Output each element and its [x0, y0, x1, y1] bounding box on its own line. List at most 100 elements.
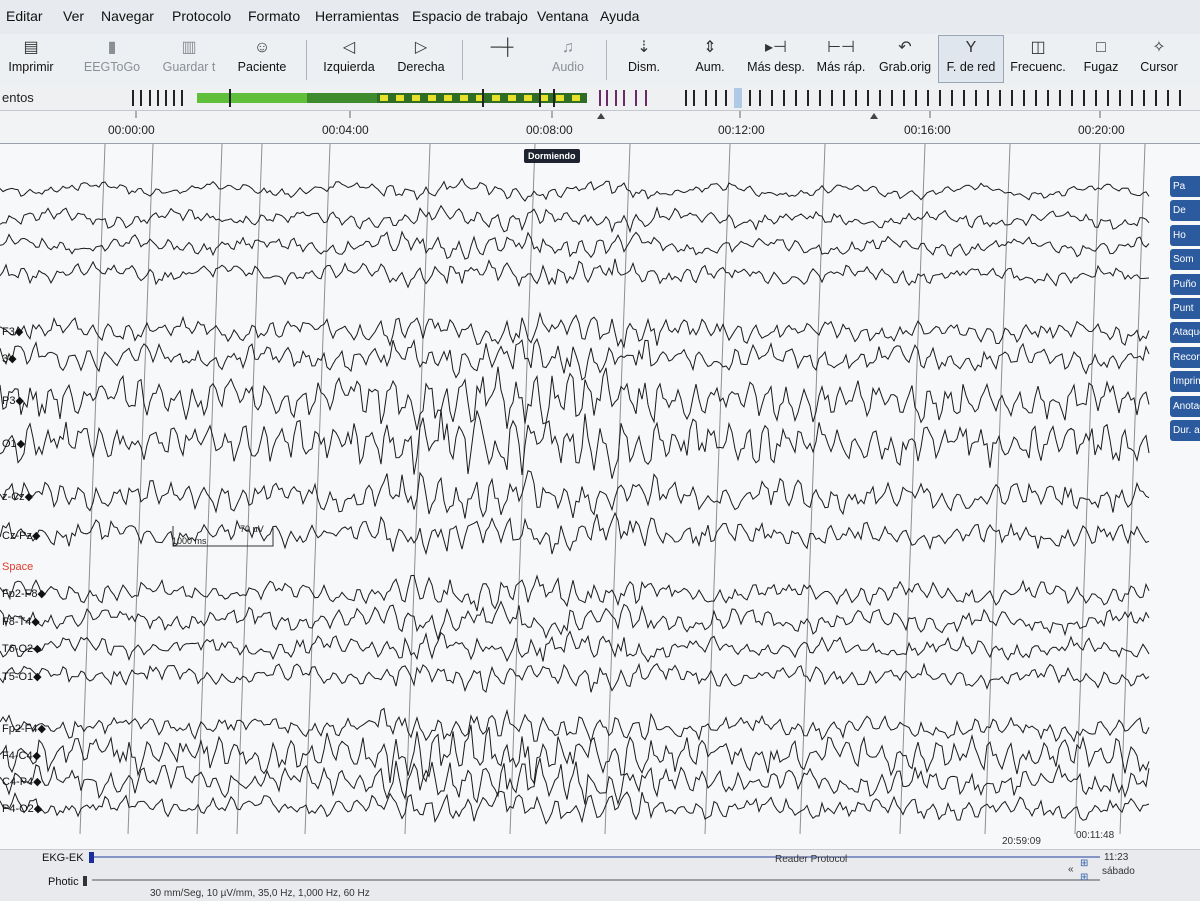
eeg-trace [0, 790, 1150, 825]
cursor-button[interactable]: ✧ Cursor [1134, 36, 1184, 82]
tab-event[interactable]: Imprimir [1170, 371, 1200, 393]
annotation-marker[interactable]: Dormiendo [524, 149, 580, 163]
timeline-tick: 00:00:00 [108, 123, 155, 137]
clock-time: 20:59:09 [1002, 836, 1041, 847]
taskbar-clock: 11:23 [1104, 852, 1129, 863]
tab-event[interactable]: Som [1170, 249, 1200, 271]
ekg-channel-label: EKG-EK [42, 852, 84, 864]
event-tabs: Pa De Ho Som Puño Punt Ataque Recorta Im… [1170, 176, 1200, 444]
eeg-trace [0, 574, 1150, 612]
timeline-tick: 00:08:00 [526, 123, 573, 137]
channel-label[interactable]: Fp2-F4◆ [2, 722, 46, 735]
eeg-waveform-area[interactable]: F3◆ 3◆ P3◆ O1◆ z-Cz◆ Cz-Pz◆ Space Fp2-F8◆ F8-T4◆… [0, 144, 1200, 849]
tab-event[interactable]: Puño [1170, 273, 1200, 295]
scale-amp-label: 70 µV [240, 524, 264, 534]
patient-button[interactable]: ☺ Paciente [232, 36, 292, 82]
channel-label[interactable]: O1◆ [2, 437, 25, 450]
windows-flag-icon[interactable]: ⊞ [1080, 858, 1088, 869]
square-icon: □ [1096, 39, 1106, 56]
fugaz-button[interactable]: □ Fugaz [1078, 36, 1124, 82]
tab-event[interactable]: De [1170, 200, 1200, 222]
right-button[interactable]: ▷ Derecha [392, 36, 450, 82]
events-strip [132, 88, 1181, 108]
timeline-tick: 00:20:00 [1078, 123, 1125, 137]
tab-event[interactable]: Ho [1170, 224, 1200, 246]
timeline-ticks [135, 111, 1101, 119]
toolbar-separator [606, 40, 607, 80]
events-row[interactable]: entos [0, 86, 1200, 111]
left-button[interactable]: ◁ Izquierda [316, 36, 382, 82]
channel-label[interactable]: P3◆ [2, 394, 24, 407]
channel-label[interactable]: F4-C4◆ [2, 749, 41, 762]
channel-label[interactable]: F3◆ [2, 325, 23, 338]
eeg-trace [0, 707, 1150, 744]
tray-chevron-icon[interactable]: « [1068, 864, 1074, 875]
faster-button[interactable]: ⊢⊣ Más ráp. [814, 36, 868, 82]
save-icon: ▥ [181, 39, 197, 56]
channel-label[interactable]: P4-O2◆ [2, 802, 42, 815]
grid-line [404, 144, 431, 835]
eegtogo-button[interactable]: ▮ EEGToGo [80, 36, 144, 82]
print-button[interactable]: ▤ Imprimir [4, 36, 58, 82]
channel-label[interactable]: Space [2, 561, 33, 573]
menu-navegar[interactable]: Navegar [101, 8, 154, 24]
tab-event[interactable]: Dur. ano [1170, 419, 1200, 441]
slower-icon: ▸⊣ [765, 39, 787, 56]
tab-event[interactable]: Ataque [1170, 322, 1200, 344]
triangle-right-icon: ▷ [414, 39, 428, 56]
y-filter-icon: Y [965, 39, 977, 56]
save-button[interactable]: ▥ Guardar t [156, 36, 222, 82]
eeg-trace [0, 177, 1150, 202]
menu-ventana[interactable]: Ventana [537, 8, 588, 24]
frequency-icon: ◫ [1030, 39, 1046, 56]
menu-ayuda[interactable]: Ayuda [600, 8, 639, 24]
menu-protocolo[interactable]: Protocolo [172, 8, 231, 24]
channel-label[interactable]: 3◆ [2, 352, 17, 365]
grid-line [127, 144, 154, 835]
audio-button[interactable]: ♫ Audio [545, 36, 591, 82]
channel-label[interactable]: z-Cz◆ [2, 490, 33, 503]
channel-label[interactable]: Fp2-F8◆ [2, 587, 46, 600]
undo-icon: ↶ [898, 39, 912, 56]
frequency-button[interactable]: ◫ Frecuenc. [1010, 36, 1066, 82]
slower-button[interactable]: ▸⊣ Más desp. [746, 36, 806, 82]
faster-icon: ⊢⊣ [827, 39, 855, 56]
channel-label[interactable]: C4-P4◆ [2, 775, 42, 788]
channel-label[interactable]: T5-O1◆ [2, 670, 42, 683]
network-icon[interactable]: ⊞ [1080, 872, 1088, 883]
menu-editar[interactable]: Editar [6, 8, 43, 24]
eeg-trace [0, 337, 1150, 381]
toolbar-separator [462, 40, 463, 80]
expand-icon: ⇕ [703, 39, 717, 56]
menu-formato[interactable]: Formato [248, 8, 300, 24]
spike-icon: ─┼ [490, 39, 514, 56]
channel-label[interactable]: F8-T4◆ [2, 615, 40, 628]
patient-icon: ☺ [253, 39, 271, 56]
tab-event[interactable]: Recorta [1170, 346, 1200, 368]
eeg-trace [0, 662, 1150, 693]
eeg-trace [0, 230, 1150, 260]
grid-line [236, 144, 263, 835]
timeline[interactable]: 00:00:00 00:04:00 00:08:00 00:12:00 00:1… [0, 111, 1200, 144]
menu-herramientas[interactable]: Herramientas [315, 8, 399, 24]
status-strip: EKG-EK Photic Reader Protocol 30 mm/Seg,… [0, 830, 1200, 901]
notch-filter-button[interactable]: Y F. de red [938, 35, 1004, 83]
channel-label[interactable]: Cz-Pz◆ [2, 529, 40, 542]
decrease-sensitivity-button[interactable]: ⇣ Dism. [620, 36, 668, 82]
spike-tool-button[interactable]: ─┼ [474, 36, 530, 82]
tab-event[interactable]: Pa [1170, 176, 1200, 197]
scale-time-label: 1000 ms [172, 536, 207, 546]
triangle-left-icon: ◁ [342, 39, 356, 56]
tab-event[interactable]: Anotació [1170, 395, 1200, 417]
menu-ver[interactable]: Ver [63, 8, 84, 24]
grab-orig-button[interactable]: ↶ Grab.orig [876, 36, 934, 82]
grid-line [984, 144, 1011, 835]
eeg-trace [0, 470, 1150, 519]
timeline-tick: 00:04:00 [322, 123, 369, 137]
timeline-tick: 00:16:00 [904, 123, 951, 137]
increase-sensitivity-button[interactable]: ⇕ Aum. [688, 36, 732, 82]
eeg-trace [0, 258, 1150, 289]
menu-espacio-de-trabajo[interactable]: Espacio de trabajo [412, 8, 528, 24]
channel-label[interactable]: T6-O2◆ [2, 642, 42, 655]
tab-event[interactable]: Punt [1170, 297, 1200, 319]
